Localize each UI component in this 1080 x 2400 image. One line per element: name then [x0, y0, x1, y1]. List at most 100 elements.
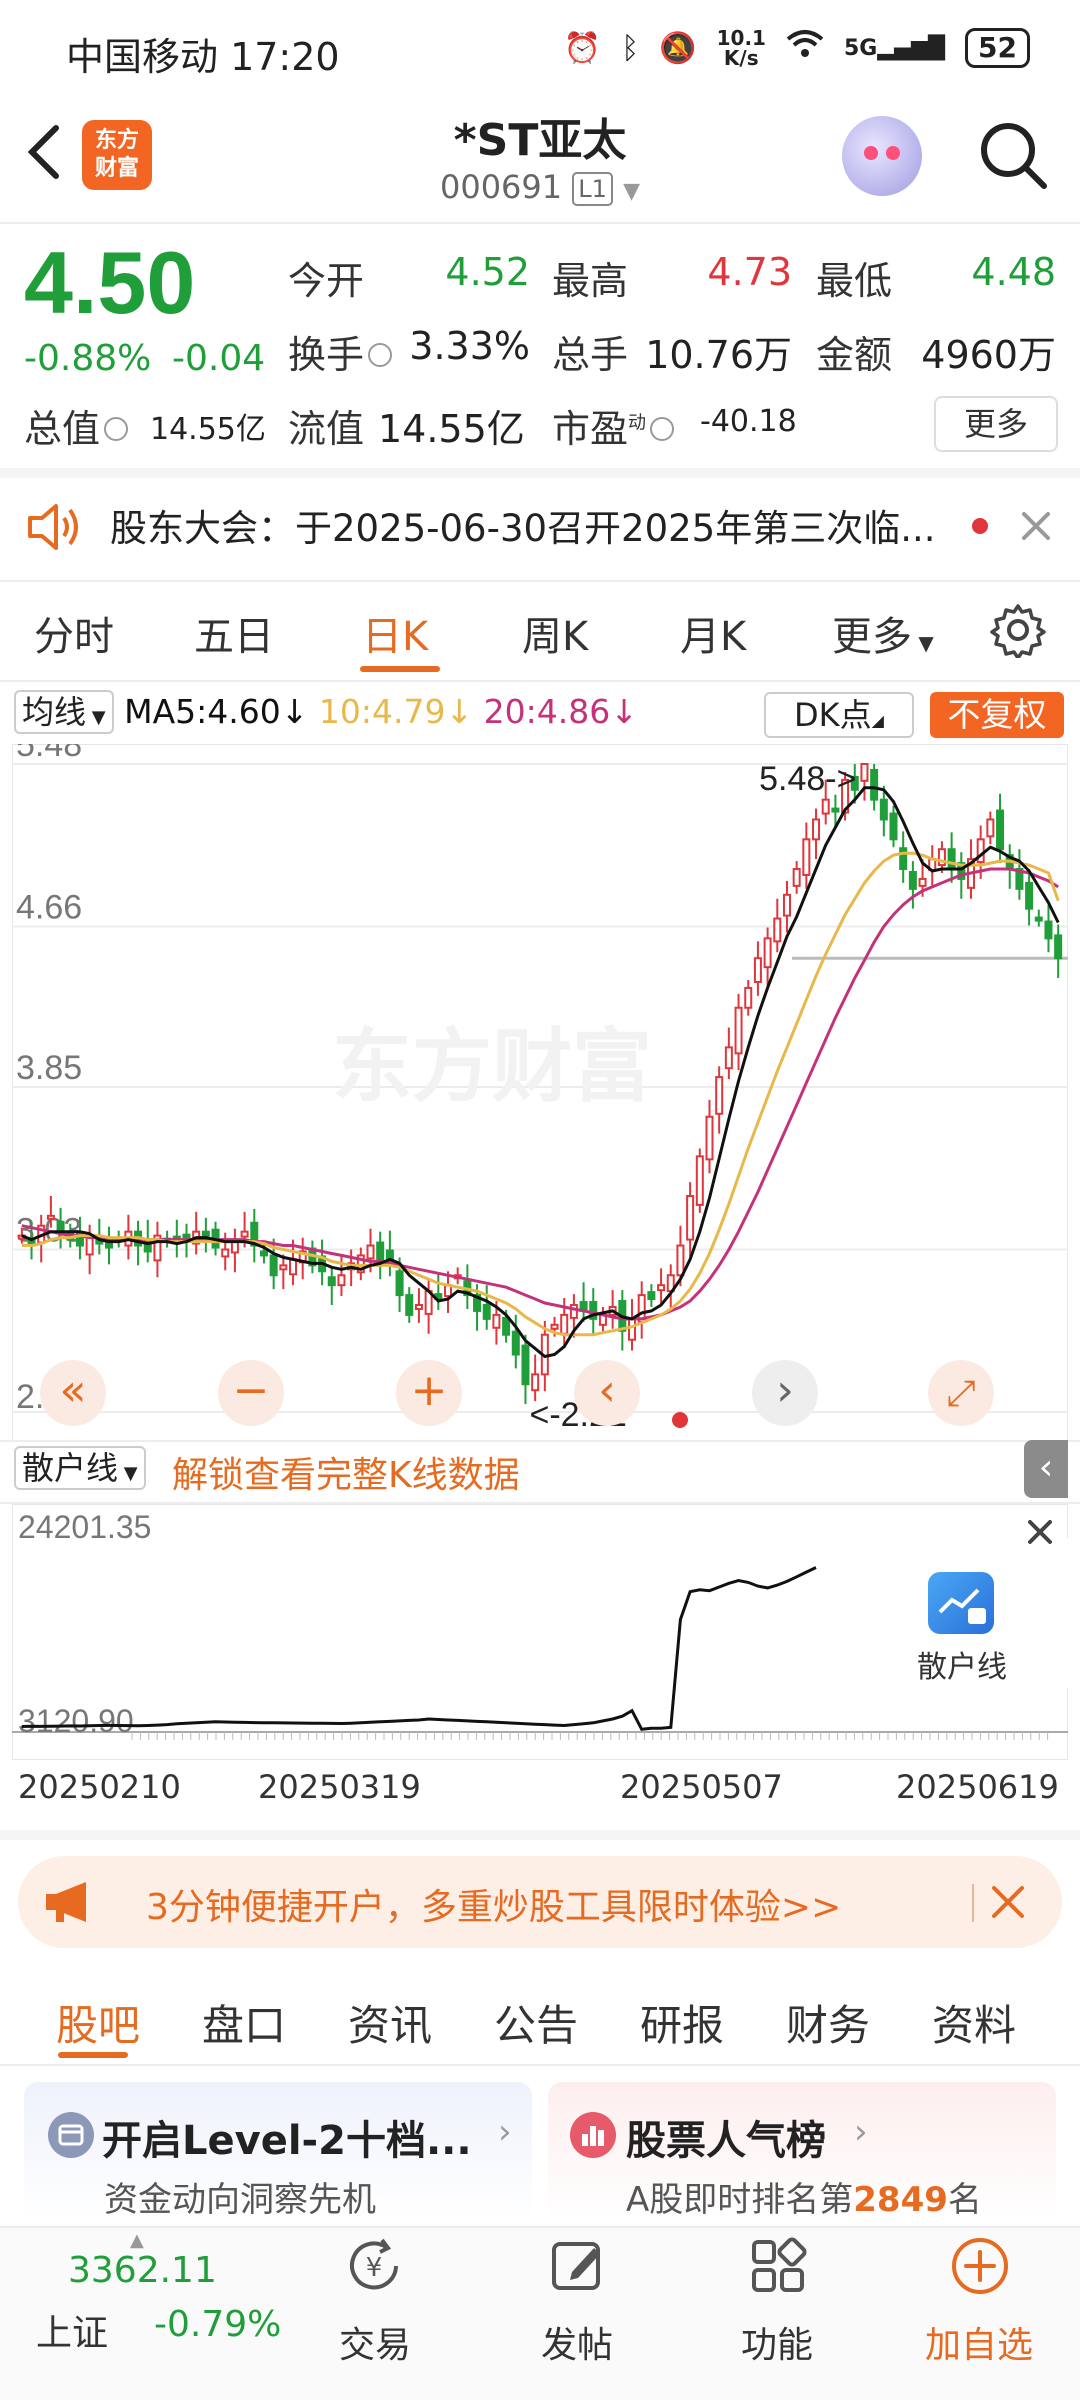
low-value: 4.48 [971, 250, 1056, 294]
candle-body [560, 1313, 569, 1335]
stock-code: 000691 [439, 168, 563, 206]
candle-body [889, 812, 898, 841]
zoom-out-button[interactable]: − [218, 1360, 284, 1426]
nav-function[interactable]: 功能 [702, 2316, 852, 2368]
tab-news[interactable]: 资讯 [348, 1992, 432, 2053]
divider [972, 1884, 974, 1922]
nav-post[interactable]: 发帖 [502, 2316, 652, 2368]
banner-text: 3分钟便捷开户，多重炒股工具限时体验>> [146, 1887, 842, 1928]
index-change[interactable]: -0.79% [154, 2304, 281, 2345]
sub-indicator-select[interactable]: 散户线 ▼ [14, 1446, 146, 1490]
candle-body [1034, 916, 1043, 922]
chevron-left-icon: ‹ [598, 1365, 616, 1416]
candle-body [502, 1316, 511, 1336]
candle-body [240, 1230, 249, 1238]
collapse-button[interactable]: ‹ [1024, 1440, 1068, 1498]
mute-icon: 🔕 [659, 30, 697, 66]
nav-add-watchlist[interactable]: 加自选 [904, 2316, 1054, 2368]
date-tick: 20250210 [18, 1768, 181, 1806]
tab-five-day[interactable]: 五日 [194, 604, 274, 662]
divider [0, 1440, 1080, 1442]
tab-pankou[interactable]: 盘口 [202, 1992, 286, 2053]
index-name[interactable]: 上证 [36, 2304, 108, 2356]
info-icon[interactable] [104, 416, 129, 441]
grid-function-icon[interactable] [746, 2234, 810, 2298]
candle-body [899, 847, 908, 871]
chevron-right-icon: › [498, 2112, 512, 2152]
mktcap-value: 14.55亿 [150, 412, 266, 447]
open-account-banner[interactable]: 3分钟便捷开户，多重炒股工具限时体验>> [18, 1856, 1062, 1948]
next-button[interactable]: › [752, 1360, 818, 1426]
unlock-link[interactable]: 解锁查看完整K线数据 [172, 1446, 520, 1498]
info-icon[interactable] [650, 416, 675, 441]
tab-monthly-k[interactable]: 月K [680, 604, 746, 662]
candle-body [56, 1220, 65, 1233]
retail-line-promo[interactable]: 散户线 [856, 1538, 1068, 1688]
tab-guba[interactable]: 股吧 [56, 1992, 140, 2053]
open-label: 今开 [288, 259, 365, 303]
tab-intraday[interactable]: 分时 [34, 604, 114, 662]
indicator-select[interactable]: 均线 ▼ [14, 690, 114, 734]
tab-announcements[interactable]: 公告 [494, 1992, 578, 2053]
candle-body [628, 1317, 637, 1341]
tab-profile[interactable]: 资料 [932, 1992, 1016, 2053]
index-value[interactable]: 3362.11 [68, 2250, 217, 2291]
popularity-card[interactable]: 股票人气榜 › A股即时排名第2849名 [548, 2082, 1056, 2222]
y-tick-label: 3.85 [16, 1049, 82, 1087]
adjust-button[interactable]: 不复权 [930, 692, 1064, 738]
close-icon[interactable] [1026, 1518, 1054, 1546]
notice-text: 股东大会：于2025-06-30召开2025年第三次临... [110, 507, 936, 550]
candle-body [753, 957, 762, 983]
divider [0, 580, 1080, 582]
candle-body [744, 986, 753, 1009]
candle-body [908, 871, 917, 890]
change-amount: -0.04 [172, 338, 266, 379]
candle-body [376, 1241, 385, 1261]
trade-icon[interactable]: ¥ [342, 2234, 406, 2298]
more-quote-button[interactable]: 更多 [934, 396, 1058, 452]
kline-chart[interactable]: 5.484.663.853.032.21东方财富5.48-><-2.21 [12, 744, 1068, 1442]
candle-body [143, 1238, 152, 1253]
ma5-value: MA5:4.60↓ [124, 692, 309, 731]
candle-body [647, 1291, 656, 1301]
notice-bar[interactable]: 股东大会：于2025-06-30召开2025年第三次临... [0, 476, 1080, 576]
candle-body [405, 1294, 414, 1316]
edit-post-icon[interactable] [546, 2234, 610, 2298]
candle-body [879, 798, 888, 821]
candle-body [1054, 934, 1063, 960]
svg-text:¥: ¥ [366, 2253, 383, 2283]
level2-card[interactable]: 开启Level-2十档... › 资金动向洞察先机 [24, 2082, 532, 2222]
info-icon[interactable] [368, 342, 393, 367]
gear-icon[interactable] [990, 602, 1046, 658]
prev-button[interactable]: ‹ [574, 1360, 640, 1426]
status-bar: 中国移动 17:20 ⏰ ᛒ 🔕 10.1 K/s 5G▂▄▆█ 52 [0, 0, 1080, 100]
y-tick-label: 5.48 [16, 744, 82, 764]
tab-more[interactable]: 更多 ▼ [832, 604, 934, 662]
bluetooth-icon: ᛒ [621, 30, 640, 66]
add-circle-icon[interactable] [948, 2234, 1012, 2298]
close-icon[interactable] [990, 1884, 1026, 1920]
nav-trade[interactable]: 交易 [300, 2316, 450, 2368]
candle-body [201, 1230, 210, 1237]
zoom-in-button[interactable]: + [396, 1360, 462, 1426]
candle-body [792, 868, 801, 887]
tab-research[interactable]: 研报 [640, 1992, 724, 2053]
tab-daily-k[interactable]: 日K [362, 604, 428, 662]
rewind-button[interactable]: « [40, 1360, 106, 1426]
candle-body [569, 1303, 578, 1319]
candle-body [521, 1344, 530, 1386]
popularity-title: 股票人气榜 [626, 2118, 826, 2164]
tab-weekly-k[interactable]: 周K [522, 604, 588, 662]
fullscreen-button[interactable]: ⤢ [928, 1360, 994, 1426]
candle-body [395, 1270, 404, 1297]
caret-up-icon: ▲ [130, 2230, 144, 2251]
dk-point-button[interactable]: DK点◢ [764, 692, 914, 738]
stock-code-row[interactable]: 000691 L1 ▼ [0, 168, 1080, 206]
assistant-avatar[interactable] [842, 116, 922, 196]
candle-body [676, 1244, 685, 1277]
tab-finance[interactable]: 财务 [786, 1992, 870, 2053]
search-button[interactable] [976, 118, 1050, 192]
candle-body [734, 1006, 743, 1055]
candle-body [821, 798, 830, 815]
close-icon[interactable] [1020, 510, 1052, 542]
